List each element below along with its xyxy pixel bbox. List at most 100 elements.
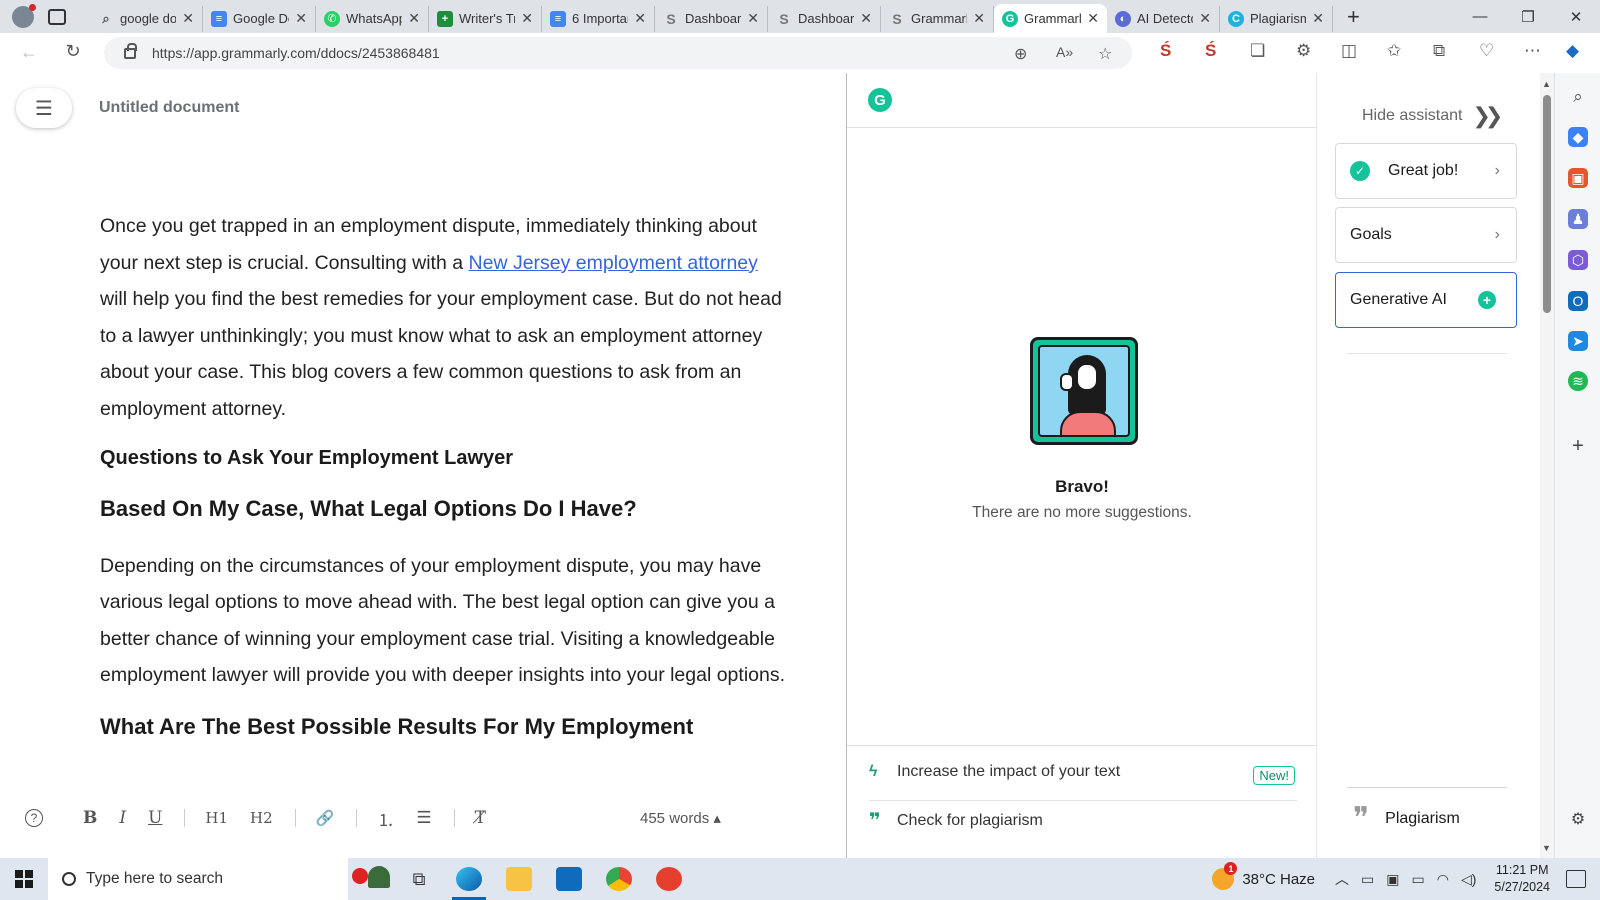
goals-card[interactable]: Goals › (1335, 207, 1517, 263)
underline-button[interactable]: U (148, 808, 162, 828)
browser-tab-active[interactable]: G Grammarly ✕ (994, 4, 1107, 33)
zoom-icon[interactable]: ⊕ (1014, 44, 1027, 64)
browser-tab[interactable]: ◐ AI Detector ✕ (1107, 5, 1220, 32)
plagiarism-button[interactable]: ❞ Plagiarism (1353, 804, 1460, 834)
search-icon[interactable]: ⌕ (1568, 87, 1588, 107)
browser-tab[interactable]: ≡ Google Docs ✕ (203, 5, 316, 32)
microsoft-365-icon[interactable]: ⬡ (1568, 250, 1588, 270)
profile-avatar-icon[interactable] (12, 3, 36, 28)
close-tab-icon[interactable]: ✕ (1199, 10, 1211, 27)
help-icon[interactable]: ? (25, 809, 43, 827)
battery-icon[interactable]: ▭ (1412, 871, 1425, 888)
browser-tab[interactable]: S Dashboard ✕ (768, 5, 881, 32)
lock-icon[interactable] (124, 42, 137, 59)
browser-tab[interactable]: + Writer's Tracker ✕ (429, 5, 542, 32)
taskbar-mail[interactable] (544, 858, 594, 900)
document-title[interactable]: Untitled document (99, 99, 239, 117)
browser-tab[interactable]: ⌕ google doc ✕ (90, 5, 203, 32)
add-sidebar-app-icon[interactable]: + (1568, 435, 1588, 457)
browser-tab[interactable]: S Dashboard ✕ (655, 5, 768, 32)
ordered-list-icon[interactable]: ⒈ (377, 806, 394, 831)
refresh-icon[interactable]: ↻ (54, 41, 92, 62)
bullet-list-icon[interactable]: ☰ (416, 808, 431, 828)
start-button[interactable] (0, 858, 48, 900)
extension-s-icon[interactable]: Ś (1205, 41, 1216, 61)
back-arrow-icon[interactable]: ← (10, 42, 48, 63)
extension-stack-icon[interactable]: ❏ (1250, 41, 1265, 61)
heading-legal-options[interactable]: Based On My Case, What Legal Options Do … (100, 492, 790, 526)
hide-assistant-button[interactable]: Hide assistant ❯❯ (1362, 103, 1503, 129)
document-menu-button[interactable]: ☰ (16, 88, 72, 128)
address-bar[interactable]: https://app.grammarly.com/ddocs/24538684… (104, 37, 1132, 69)
volume-icon[interactable]: ◁) (1461, 871, 1476, 888)
close-tab-icon[interactable]: ✕ (521, 10, 533, 27)
scrollbar-thumb[interactable] (1543, 95, 1551, 313)
increase-impact-button[interactable]: ϟ Increase the impact of your text (869, 763, 1120, 781)
wifi-icon[interactable]: ◠ (1437, 871, 1449, 888)
close-tab-icon[interactable]: ✕ (860, 10, 872, 27)
document-body[interactable]: Once you get trapped in an employment di… (100, 208, 790, 766)
minimize-icon[interactable]: — (1456, 0, 1504, 33)
favorite-star-icon[interactable]: ☆ (1098, 44, 1112, 64)
taskbar-search-box[interactable]: Type here to search (48, 858, 348, 900)
taskbar-clock[interactable]: 11:21 PM 5/27/2024 (1494, 862, 1550, 896)
taskbar-chrome[interactable] (594, 858, 644, 900)
close-tab-icon[interactable]: ✕ (634, 10, 646, 27)
browser-tab[interactable]: C Plagiarism ✕ (1220, 5, 1333, 32)
heading-results[interactable]: What Are The Best Possible Results For M… (100, 710, 790, 744)
meet-now-icon[interactable]: ▭ (1361, 871, 1374, 888)
bold-button[interactable]: B (83, 808, 97, 828)
restore-icon[interactable]: ❐ (1504, 0, 1552, 33)
split-screen-icon[interactable]: ◫ (1341, 41, 1357, 61)
heading2-button[interactable]: H2 (250, 809, 273, 827)
browser-essentials-icon[interactable]: ♡ (1479, 41, 1494, 61)
read-aloud-icon[interactable]: A» (1056, 44, 1073, 60)
copilot-icon[interactable]: ◆ (1566, 41, 1579, 61)
taskbar-wps[interactable] (644, 858, 694, 900)
generative-ai-card[interactable]: Generative AI + (1335, 272, 1517, 328)
close-tab-icon[interactable]: ✕ (295, 10, 307, 27)
close-tab-icon[interactable]: ✕ (1312, 10, 1324, 27)
extensions-puzzle-icon[interactable]: ⚙ (1296, 41, 1311, 61)
close-tab-icon[interactable]: ✕ (182, 10, 194, 27)
check-plagiarism-button[interactable]: ❞ Check for plagiarism (869, 808, 1043, 833)
close-window-icon[interactable]: ✕ (1552, 0, 1600, 33)
search-highlight-icon[interactable] (348, 858, 394, 900)
new-tab-icon[interactable]: + (1347, 4, 1360, 30)
paragraph[interactable]: Once you get trapped in an employment di… (100, 208, 790, 428)
italic-button[interactable]: I (119, 808, 126, 828)
scroll-up-icon[interactable]: ▲ (1542, 79, 1551, 89)
shopping-tag-icon[interactable]: ◆ (1568, 127, 1588, 147)
browser-tab[interactable]: S Grammarly ✕ (881, 5, 994, 32)
telegram-icon[interactable]: ➤ (1568, 331, 1588, 351)
browser-tab[interactable]: ≡ 6 Important ✕ (542, 5, 655, 32)
great-job-card[interactable]: ✓ Great job! › (1335, 143, 1517, 199)
attorney-link[interactable]: New Jersey employment attorney (469, 252, 758, 274)
word-count[interactable]: 455 words ▴ (640, 809, 721, 827)
more-menu-icon[interactable]: ⋯ (1524, 41, 1541, 61)
link-icon[interactable]: 🔗 (316, 809, 335, 827)
close-tab-icon[interactable]: ✕ (973, 10, 985, 27)
close-tab-icon[interactable]: ✕ (1087, 10, 1099, 27)
show-hidden-icons-chevron-icon[interactable]: ︿ (1335, 869, 1349, 889)
task-view-button[interactable]: ⧉ (394, 858, 444, 900)
close-tab-icon[interactable]: ✕ (408, 10, 420, 27)
notification-center-icon[interactable] (1566, 870, 1586, 888)
scroll-down-icon[interactable]: ▼ (1542, 843, 1551, 853)
taskbar-file-explorer[interactable] (494, 858, 544, 900)
spotify-icon[interactable]: ≋ (1568, 371, 1588, 391)
collections-icon[interactable]: ⧉ (1433, 41, 1445, 61)
tab-actions-icon[interactable] (48, 8, 66, 25)
browser-tab[interactable]: ✆ WhatsApp ✕ (316, 5, 429, 32)
games-icon[interactable]: ♟ (1568, 209, 1588, 229)
sidebar-settings-gear-icon[interactable]: ⚙ (1568, 809, 1588, 829)
tools-icon[interactable]: ▣ (1568, 168, 1588, 188)
paragraph[interactable]: Depending on the circumstances of your e… (100, 548, 790, 694)
favorites-icon[interactable]: ✩ (1387, 41, 1401, 61)
taskbar-edge[interactable] (444, 858, 494, 900)
close-tab-icon[interactable]: ✕ (747, 10, 759, 27)
heading-questions[interactable]: Questions to Ask Your Employment Lawyer (100, 442, 790, 474)
display-icon[interactable]: ▣ (1386, 871, 1399, 888)
heading1-button[interactable]: H1 (205, 809, 228, 827)
outlook-icon[interactable]: O (1568, 291, 1588, 311)
